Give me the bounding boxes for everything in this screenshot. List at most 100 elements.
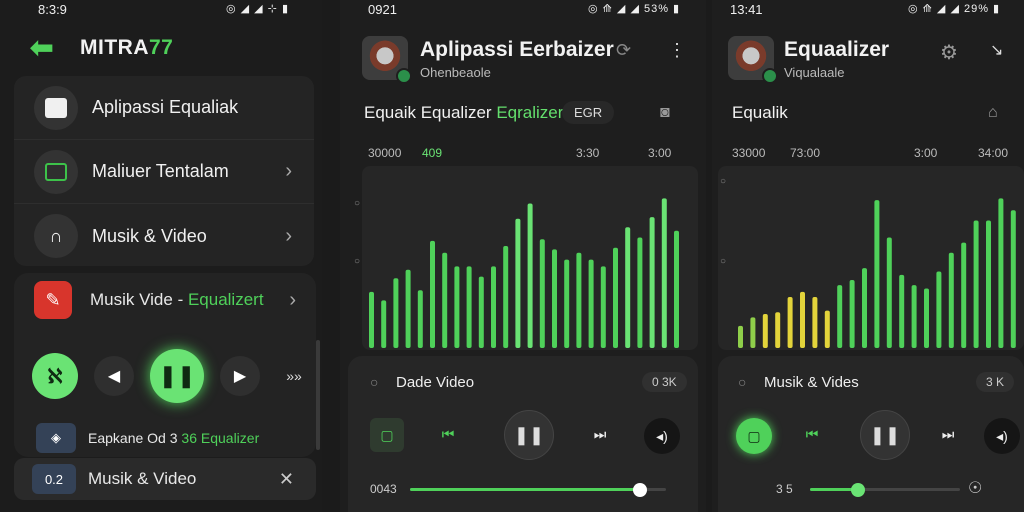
equalizer-label: Equaik Equalizer Eqralizer <box>364 103 564 122</box>
album-art[interactable] <box>362 36 412 84</box>
settings-menu: Aplipassi Equaliak Maliuer Tentalam › ∩ … <box>14 76 314 266</box>
eq-bar <box>637 237 643 348</box>
eq-bar <box>762 314 768 348</box>
edit-icon: ✎ <box>34 281 72 319</box>
tick-2: 3:00 <box>914 146 938 160</box>
pause-button[interactable]: ❚❚ <box>504 410 554 460</box>
search-icon[interactable]: ○ <box>738 374 746 390</box>
badge-icon <box>396 68 412 84</box>
progress-knob[interactable] <box>851 483 865 497</box>
gear-icon[interactable]: ⚙ <box>940 40 958 65</box>
volume-icon[interactable]: ◂) <box>984 418 1020 454</box>
y-axis-marker: ○ <box>354 256 361 267</box>
y-axis-marker: ○ <box>354 198 361 209</box>
eq-bar <box>738 325 743 348</box>
eq-bar <box>886 237 892 348</box>
equalizer-bars <box>369 198 679 348</box>
eq-bar <box>800 291 805 348</box>
rewind-icon[interactable]: ⏮ <box>436 422 460 446</box>
mini-player-label: Musik & Video <box>88 469 197 488</box>
status-time: 13:41 <box>730 2 763 17</box>
screen-right: 13:41 ◎ ⟰ ◢ ◢ 29% ▮ Equaalizer Viqualaal… <box>712 0 1024 512</box>
app-header: ⬅ MITRA77 <box>30 34 173 62</box>
eq-bar <box>812 297 818 348</box>
tick-3: 34:00 <box>978 146 1009 160</box>
eq-bar <box>503 246 509 348</box>
status-icons: ◎ ⟰ ◢ ◢ 29% ▮ <box>908 3 1001 15</box>
eq-bar <box>600 266 606 348</box>
app-logo-icon[interactable]: ℵ <box>32 353 78 399</box>
progress-track[interactable] <box>410 483 666 497</box>
status-icons: ◎ ⟰ ◢ ◢ 53% ▮ <box>588 3 681 15</box>
eq-bar <box>393 278 399 348</box>
back-arrow-icon[interactable]: ⬅ <box>30 34 62 62</box>
eq-bar <box>862 268 867 348</box>
search-icon[interactable]: ○ <box>370 374 378 390</box>
equalizer-row[interactable]: ✎ Musik Vide - Equalizert › <box>34 281 304 319</box>
queue-row-label: Eapkane Od 3 36 Equalizer <box>88 430 260 446</box>
quality-pill[interactable]: 3 K <box>976 372 1015 392</box>
player-card: ✎ Musik Vide - Equalizert › ℵ ◀ ❚❚ ▶ »» … <box>14 273 316 457</box>
user-icon[interactable]: ◙ <box>660 104 670 122</box>
tick-3: 3:00 <box>648 146 672 160</box>
eq-bar <box>588 259 594 348</box>
menu-item-label: Aplipassi Equaliak <box>92 97 239 117</box>
chevron-right-icon: › <box>285 224 292 247</box>
pause-button[interactable]: ❚❚ <box>150 349 204 403</box>
collapse-icon[interactable]: ↘ <box>990 40 1003 60</box>
close-icon[interactable]: ✕ <box>279 469 294 490</box>
eq-bar <box>649 217 655 348</box>
next-icon[interactable]: ⏭ <box>936 422 960 446</box>
preset-pill[interactable]: EGR <box>562 101 615 124</box>
progress-knob[interactable] <box>633 483 648 497</box>
eq-bar <box>539 239 545 348</box>
more-options-icon[interactable]: ⋮ <box>668 40 686 61</box>
headphones-icon: ∩ <box>34 214 78 258</box>
eq-bar <box>986 220 991 348</box>
volume-icon[interactable]: ◂) <box>644 418 680 454</box>
album-art[interactable] <box>728 36 778 84</box>
pause-button[interactable]: ❚❚ <box>860 410 910 460</box>
mini-player-strip[interactable]: 0.2 Musik & Video ✕ <box>14 458 316 500</box>
quality-pill[interactable]: 0 3K <box>642 372 687 392</box>
next-icon[interactable]: ⏭ <box>588 422 612 446</box>
player-title: Musik & Vides <box>764 374 859 391</box>
chevron-right-icon: › <box>285 160 292 182</box>
eq-bar <box>613 247 618 348</box>
eq-bar <box>625 227 631 348</box>
eq-bar <box>874 200 880 348</box>
next-icon[interactable]: ▶ <box>220 356 260 396</box>
eq-bar <box>576 252 582 348</box>
playback-controls: ℵ ◀ ❚❚ ▶ »» <box>32 349 312 403</box>
menu-item-label: Musik & Video <box>92 225 207 246</box>
page-title: Aplipassi Eerbaizer <box>420 38 614 61</box>
fast-forward-icon[interactable]: »» <box>276 358 312 394</box>
eq-bar <box>973 220 979 348</box>
menu-item-list[interactable]: Maliuer Tentalam › <box>14 140 314 204</box>
edit-icon[interactable]: ▢ <box>370 418 404 452</box>
y-axis-marker: ○ <box>720 176 727 187</box>
menu-item-equalizer-app[interactable]: Aplipassi Equaliak <box>14 76 314 140</box>
rewind-icon[interactable]: ⏮ <box>800 422 824 446</box>
previous-icon[interactable]: ◀ <box>94 356 134 396</box>
eq-bar <box>674 230 679 348</box>
eq-bar <box>381 300 387 348</box>
eq-bar <box>454 266 460 348</box>
home-icon[interactable]: ⌂ <box>988 104 998 122</box>
eq-bar <box>849 280 855 348</box>
tick-0: 33000 <box>732 146 766 160</box>
eq-bar <box>899 274 905 348</box>
settings-icon[interactable]: ☉ <box>968 478 982 498</box>
sync-icon[interactable]: ⟳ <box>616 40 631 61</box>
equalizer-label: Equalik <box>732 103 788 122</box>
edit-icon[interactable]: ▢ <box>736 418 772 454</box>
menu-item-music-video[interactable]: ∩ Musik & Video › <box>14 204 314 268</box>
scrollbar[interactable] <box>316 340 320 450</box>
screen-left: 8:3:9 ◎ ◢ ◢ ⊹ ▮ ⬅ MITRA77 Aplipassi Equa… <box>0 0 322 512</box>
progress-track[interactable] <box>810 483 960 497</box>
tick-2: 3:30 <box>576 146 600 160</box>
status-time: 8:3:9 <box>38 2 67 17</box>
queue-row[interactable]: ◈ Eapkane Od 3 36 Equalizer <box>36 423 259 453</box>
player-panel: ○ Musik & Vides 3 K ▢ ⏮ ❚❚ ⏭ ◂) 3 5 ☉ <box>718 356 1024 512</box>
status-icons: ◎ ◢ ◢ ⊹ ▮ <box>226 3 290 15</box>
